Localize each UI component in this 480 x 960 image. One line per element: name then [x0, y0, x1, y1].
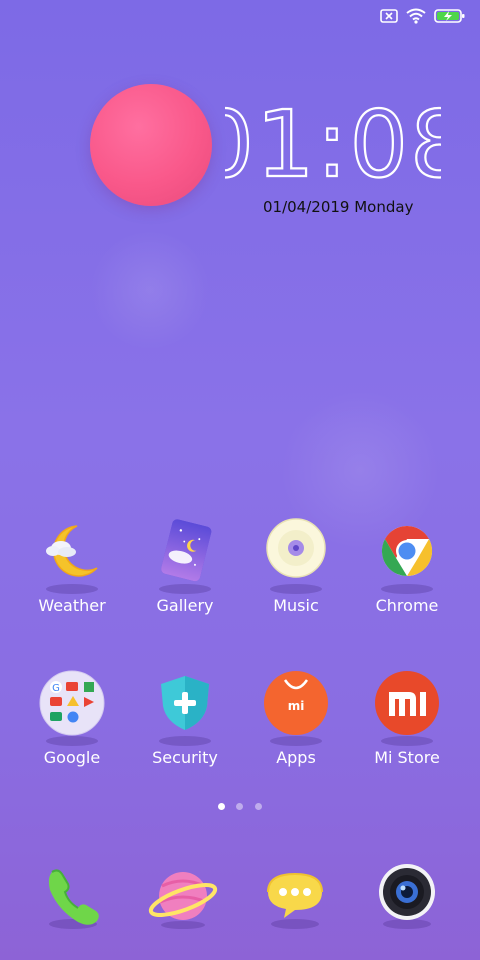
clock-time[interactable]: 01:08: [225, 98, 441, 188]
weather-moon-icon: [39, 518, 105, 594]
camera-icon: [379, 864, 435, 929]
apps-bag-icon: mi: [263, 670, 329, 746]
page-indicator[interactable]: [0, 803, 480, 813]
clock-widget-ball[interactable]: [90, 84, 212, 206]
app-gallery[interactable]: Gallery: [130, 518, 240, 623]
app-label: Gallery: [156, 596, 214, 615]
page-dot-1[interactable]: [218, 803, 225, 810]
app-label: Chrome: [375, 596, 439, 615]
app-google-folder[interactable]: G Google: [17, 670, 127, 775]
app-chrome[interactable]: Chrome: [352, 518, 462, 623]
app-security[interactable]: Security: [130, 670, 240, 775]
app-label: Mi Store: [374, 748, 440, 767]
google-folder-icon: G: [39, 670, 105, 746]
dock-messages[interactable]: [260, 862, 330, 932]
battery-charging-icon: [434, 9, 465, 23]
app-apps-store[interactable]: mi Apps: [241, 670, 351, 775]
mi-store-icon: [374, 670, 440, 746]
dock-camera[interactable]: [372, 862, 442, 932]
messages-icon: [267, 872, 323, 929]
gallery-icon: [152, 518, 218, 594]
chrome-icon: [374, 518, 440, 594]
svg-text:G: G: [52, 683, 60, 694]
app-mi-store[interactable]: Mi Store: [352, 670, 462, 775]
page-dot-3[interactable]: [255, 803, 262, 810]
sim-none-icon: [380, 9, 398, 23]
svg-text:mi: mi: [288, 699, 305, 713]
app-label: Google: [43, 748, 101, 767]
app-label: Security: [152, 748, 218, 767]
status-bar: [380, 6, 466, 26]
app-weather[interactable]: Weather: [17, 518, 127, 623]
dock-phone[interactable]: [38, 862, 108, 932]
browser-planet-icon: [148, 872, 218, 929]
security-shield-icon: [152, 670, 218, 746]
app-label: Apps: [276, 748, 316, 767]
app-label: Weather: [38, 596, 106, 615]
wifi-icon: [406, 8, 426, 24]
app-music[interactable]: Music: [241, 518, 351, 623]
clock-date: 01/04/2019 Monday: [263, 198, 414, 216]
dock-browser[interactable]: [148, 862, 218, 932]
page-dot-2[interactable]: [236, 803, 243, 810]
music-disc-icon: [263, 518, 329, 594]
clock-time-text: 01:08: [225, 98, 441, 188]
phone-icon: [48, 869, 99, 929]
app-label: Music: [273, 596, 319, 615]
